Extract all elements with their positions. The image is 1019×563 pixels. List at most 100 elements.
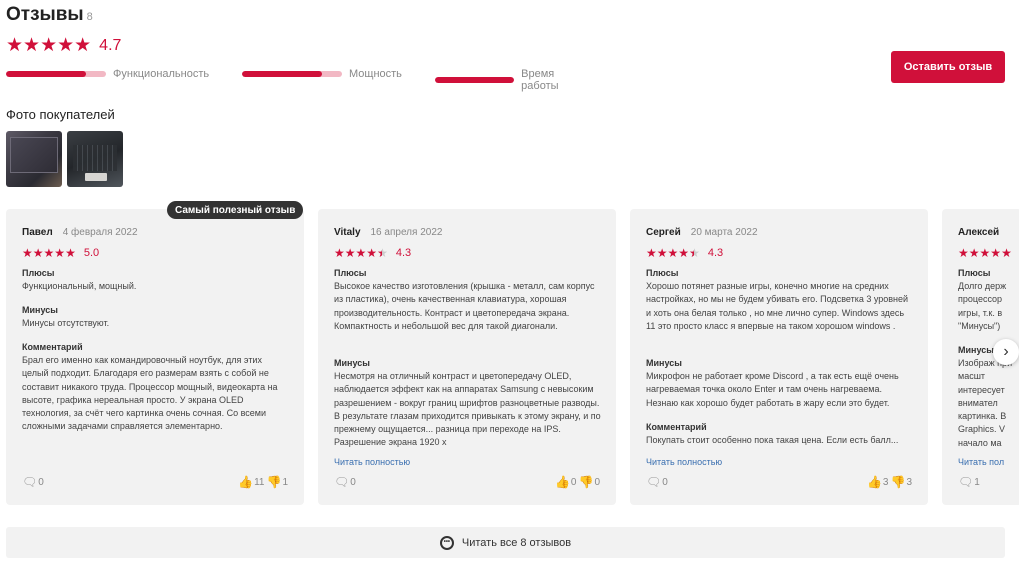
review-votes: 👍 11 👎 1	[238, 476, 290, 488]
comment-icon: 🗨	[958, 475, 974, 489]
star-icon: ★	[334, 246, 345, 260]
criterion-bar	[242, 71, 342, 77]
leave-review-button[interactable]: Оставить отзыв	[891, 51, 1005, 83]
review-pros: Плюсы Хорошо потянет разные игры, конечно…	[646, 268, 914, 333]
likes-count: 11	[254, 476, 265, 488]
star-icon: ★	[377, 247, 388, 259]
review-votes: 👍 3 👎 3	[867, 476, 914, 488]
pros-text: Долго держ процессор игры, т.к. в "Минус…	[958, 281, 1007, 331]
review-footer: 🗨 1	[958, 476, 1018, 488]
reviews-title: Отзывы	[6, 4, 84, 25]
pros-text: Функциональный, мощный.	[22, 281, 137, 291]
read-more-link[interactable]: Читать полностью	[334, 457, 410, 467]
pros-title: Плюсы	[334, 268, 367, 278]
comment-text: Брал его именно как командировочный ноут…	[22, 355, 278, 432]
comments-count: 0	[662, 476, 668, 488]
likes-count: 0	[570, 476, 577, 488]
criterion-bar	[6, 71, 106, 77]
thumb-down-icon[interactable]: 👎	[578, 476, 593, 488]
cons-title: Минусы	[646, 358, 682, 368]
cons-title: Минусы	[22, 305, 58, 315]
thumb-up-icon[interactable]: 👍	[238, 476, 253, 488]
customer-photo[interactable]	[6, 131, 62, 187]
read-more-link[interactable]: Читать пол	[958, 457, 1004, 467]
criterion-bar-fill	[435, 77, 515, 83]
dislikes-count: 0	[594, 476, 600, 488]
cons-text: Несмотря на отличный контраст и цветопер…	[334, 371, 601, 448]
comment-icon: 🗨	[334, 475, 350, 489]
comments-count: 0	[350, 476, 356, 488]
review-card: Сергей20 марта 2022 ★★★★★4.3 ПлюсыХорошо…	[630, 209, 928, 505]
read-all-label: Читать все 8 отзывов	[461, 536, 572, 549]
review-stars: ★★★★★	[334, 244, 388, 262]
star-icon: ★	[65, 246, 76, 260]
star-icon: ★	[355, 246, 367, 260]
review-comment: Комментарий Покупать стоит особенно пока …	[646, 422, 914, 450]
read-all-reviews-button[interactable]: ••• Читать все 8 отзывов	[6, 527, 1005, 558]
page-title: Отзывы 8	[6, 4, 93, 26]
review-cons: Минусы Несмотря на отличный контраст и цв…	[334, 358, 602, 450]
review-rating-value: 4.3	[707, 247, 724, 259]
cons-title: Минусы	[334, 358, 370, 368]
review-stars: ★★★★★	[22, 244, 76, 262]
star-icon: ★	[667, 246, 679, 260]
review-pros: Плюсы Высокое качество изготовления (крыш…	[334, 268, 602, 333]
chevron-right-icon: ›	[1003, 343, 1009, 360]
star-icon: ★	[344, 246, 356, 260]
comment-title: Комментарий	[22, 342, 83, 352]
review-pros: Плюсы Долго держ процессор игры, т.к. в "…	[958, 268, 1014, 338]
star-icon: ★	[646, 246, 657, 260]
review-pros: Плюсы Функциональный, мощный.	[22, 268, 290, 293]
comments-count: 1	[974, 476, 980, 488]
comments-count: 0	[38, 476, 44, 488]
likes-count: 3	[882, 476, 889, 488]
comments-button[interactable]: 🗨 0	[646, 476, 670, 488]
laptop-lid-image	[10, 137, 58, 173]
criterion-label: Время работы	[521, 68, 559, 92]
comments-button[interactable]: 🗨 1	[958, 476, 982, 488]
pros-title: Плюсы	[958, 268, 991, 278]
pros-text: Хорошо потянет разные игры, конечно мног…	[646, 281, 909, 331]
review-author: Vitaly	[334, 227, 361, 238]
keyboard-image	[73, 145, 117, 171]
comments-button[interactable]: 🗨 0	[22, 476, 46, 488]
chat-icon: •••	[439, 535, 454, 550]
touchpad-image	[85, 173, 107, 181]
pros-text: Высокое качество изготовления (крышка - …	[334, 281, 595, 331]
review-footer: 🗨 0 👍 3 👎 3	[646, 476, 914, 488]
comments-button[interactable]: 🗨 0	[334, 476, 358, 488]
review-date: 20 марта 2022	[690, 227, 758, 238]
star-icon: ★	[990, 246, 1002, 260]
thumb-down-icon[interactable]: 👎	[890, 476, 905, 488]
review-footer: 🗨 0 👍 11 👎 1	[22, 476, 290, 488]
review-stars: ★★★★★	[958, 244, 1012, 262]
criterion-power: Мощность	[242, 68, 402, 80]
review-rating: ★★★★★ 5.0	[22, 244, 99, 262]
thumb-down-icon[interactable]: 👎	[266, 476, 281, 488]
thumb-up-icon[interactable]: 👍	[555, 476, 570, 488]
thumb-up-icon[interactable]: 👍	[867, 476, 882, 488]
review-comment: Комментарий Брал его именно как командиро…	[22, 342, 290, 434]
review-votes: 👍 0 👎 0	[555, 476, 602, 488]
review-date: 4 февраля 2022	[62, 227, 138, 238]
overall-rating-value: 4.7	[99, 36, 122, 54]
reviews-count: 8	[86, 11, 93, 23]
review-date: 16 апреля 2022	[370, 227, 443, 238]
review-rating: ★★★★★	[958, 244, 1012, 262]
overall-stars: ★★★★★	[6, 35, 92, 56]
read-more-link[interactable]: Читать полностью	[646, 457, 722, 467]
next-reviews-button[interactable]: ›	[993, 339, 1019, 365]
criterion-bar-fill	[242, 71, 322, 77]
review-author: Павел	[22, 227, 53, 238]
comment-title: Комментарий	[646, 422, 707, 432]
comment-icon: 🗨	[646, 475, 662, 489]
review-rating-value: 5.0	[83, 247, 100, 259]
customer-photo[interactable]	[67, 131, 123, 187]
criterion-bar	[435, 77, 515, 83]
cons-text: Микрофон не работает кроме Discord , а т…	[646, 371, 899, 408]
star-icon: ★	[656, 246, 668, 260]
dislikes-count: 3	[906, 476, 912, 488]
star-icon: ★	[32, 246, 44, 260]
comment-icon: 🗨	[22, 475, 38, 489]
review-footer: 🗨 0 👍 0 👎 0	[334, 476, 602, 488]
